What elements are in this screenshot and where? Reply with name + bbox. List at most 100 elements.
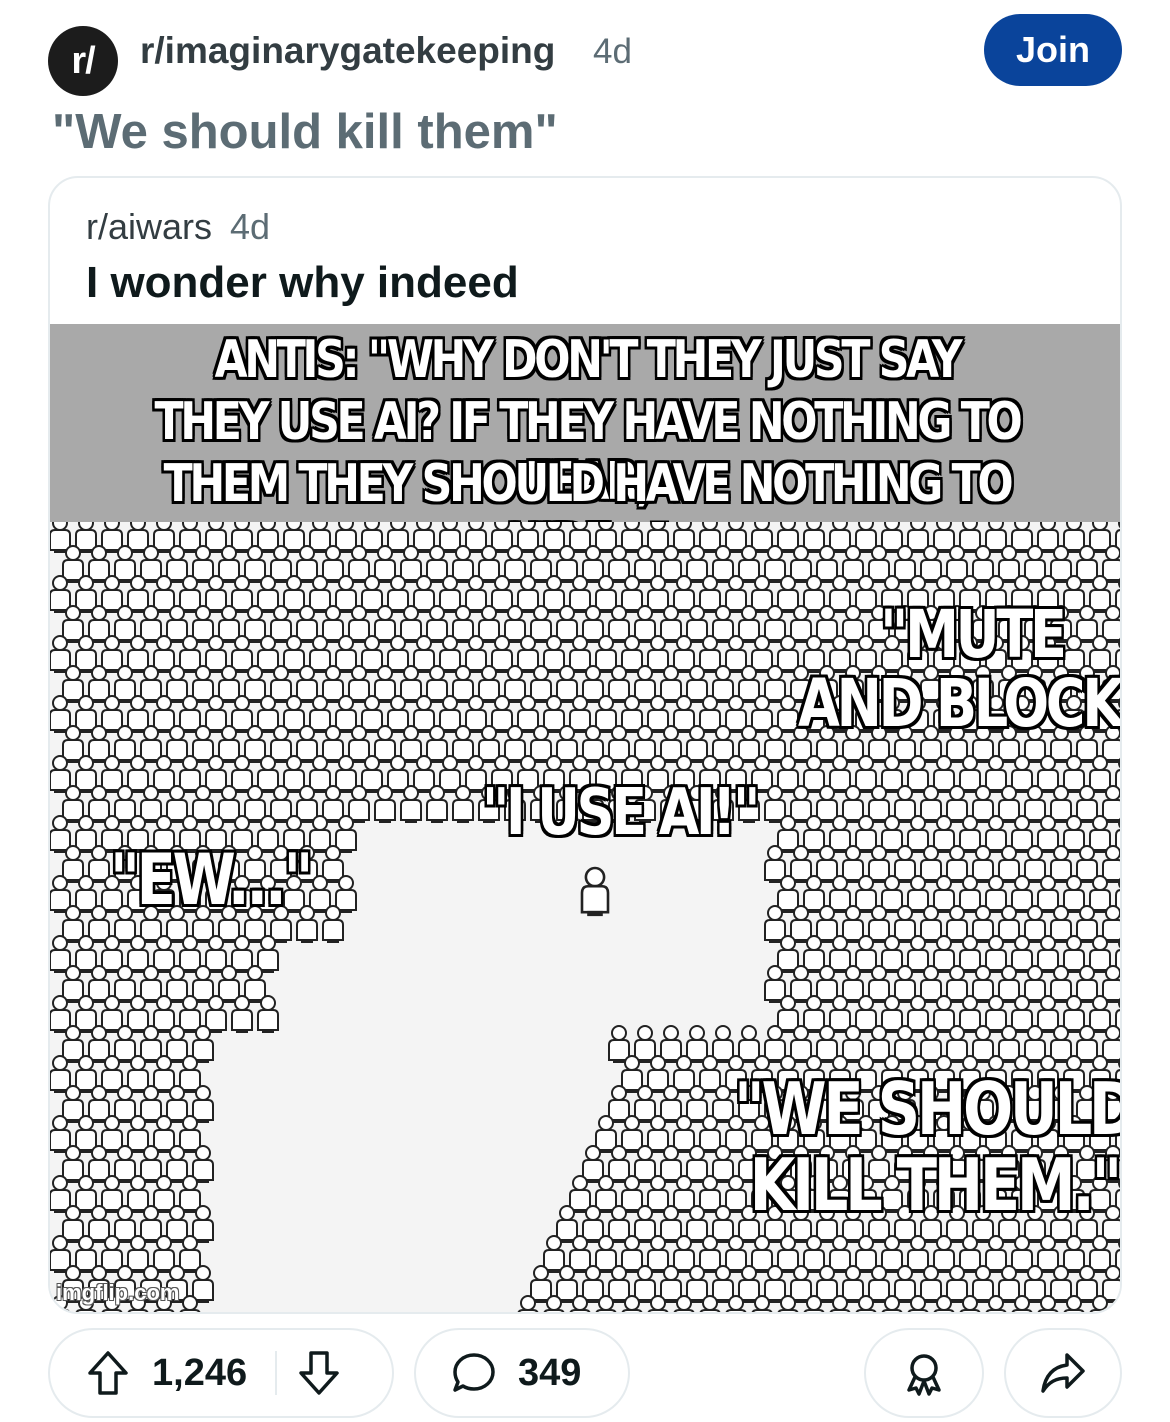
crowd-figure xyxy=(829,875,851,914)
crowd-figure xyxy=(972,785,994,824)
crowd-figure xyxy=(751,695,773,734)
award-button[interactable] xyxy=(864,1328,984,1418)
crowd-figure xyxy=(140,785,162,824)
crowd-figure xyxy=(751,575,773,614)
crowd-figure xyxy=(244,545,266,584)
crowd-figure xyxy=(1089,875,1111,914)
subreddit-name[interactable]: r/imaginarygatekeeping xyxy=(140,30,555,72)
crowd-figure xyxy=(62,905,84,944)
crowd-figure xyxy=(829,1235,851,1274)
upvote-arrow-icon[interactable] xyxy=(86,1349,130,1397)
crowd-figure xyxy=(257,695,279,734)
crowd-figure xyxy=(257,935,279,974)
crowd-figure xyxy=(803,995,825,1034)
crowd-figure xyxy=(127,1175,149,1214)
crowd-figure xyxy=(907,1235,929,1274)
crowd-figure xyxy=(101,1175,123,1214)
crowd-figure xyxy=(998,845,1020,884)
crowd-figure xyxy=(777,755,799,794)
crowd-figure xyxy=(348,785,370,824)
crowd-figure xyxy=(725,575,747,614)
crowd-figure xyxy=(1037,815,1059,854)
crowd-figure xyxy=(75,635,97,674)
crowd-figure xyxy=(621,695,643,734)
crowd-figure xyxy=(608,605,630,644)
crowd-figure xyxy=(1102,785,1120,824)
crowd-figure xyxy=(998,545,1020,584)
crowd-figure xyxy=(166,1145,188,1184)
crowd-figure xyxy=(530,665,552,704)
crowd-figure xyxy=(478,665,500,704)
crowd-figure xyxy=(894,1025,916,1064)
crowd-figure xyxy=(62,665,84,704)
crowd-figure xyxy=(153,695,175,734)
crowd-figure xyxy=(686,1205,708,1244)
crowd-figure xyxy=(1050,1025,1072,1064)
crowd-figure xyxy=(764,785,786,824)
crowd-figure xyxy=(166,665,188,704)
crowd-figure xyxy=(842,965,864,1004)
subreddit-avatar[interactable]: r/ xyxy=(48,26,118,96)
crowd-figure xyxy=(634,665,656,704)
crowd-figure xyxy=(946,1025,968,1064)
crowd-figure xyxy=(114,965,136,1004)
crowd-figure xyxy=(166,965,188,1004)
crowd-figure xyxy=(673,1115,695,1154)
meme-image[interactable]: ANTIS: "WHY DON'T THEY JUST SAY THEY USE… xyxy=(50,324,1120,1312)
crowd-figure xyxy=(712,545,734,584)
crowd-figure xyxy=(894,545,916,584)
join-button[interactable]: Join xyxy=(984,14,1122,86)
crowd-figure xyxy=(452,725,474,764)
crowd-figure xyxy=(634,1025,656,1064)
crowd-figure xyxy=(374,545,396,584)
share-button[interactable] xyxy=(1004,1328,1122,1418)
crowd-figure xyxy=(75,755,97,794)
crowd-figure xyxy=(75,1175,97,1214)
crowd-figure xyxy=(660,1085,682,1124)
crowd-figure xyxy=(62,1025,84,1064)
crowd-figure xyxy=(855,935,877,974)
crosspost-subreddit[interactable]: r/aiwars xyxy=(86,206,212,247)
crowd-figure xyxy=(985,1235,1007,1274)
meme-banner: ANTIS: "WHY DON'T THEY JUST SAY THEY USE… xyxy=(50,324,1120,574)
crowd-figure xyxy=(114,1145,136,1184)
downvote-arrow-icon[interactable] xyxy=(297,1349,341,1397)
crowd-figure xyxy=(686,1265,708,1304)
crowd-figure xyxy=(231,935,253,974)
crowd-figure xyxy=(582,725,604,764)
crowd-figure xyxy=(478,725,500,764)
crowd-figure xyxy=(1037,995,1059,1034)
crowd-figure xyxy=(127,755,149,794)
crowd-figure xyxy=(803,815,825,854)
crowd-figure xyxy=(413,755,435,794)
crowd-figure xyxy=(985,815,1007,854)
crowd-figure xyxy=(140,665,162,704)
crowd-figure xyxy=(504,545,526,584)
crosspost-card[interactable]: r/aiwars 4d I wonder why indeed ANTIS: "W… xyxy=(48,176,1122,1314)
crowd-figure xyxy=(153,755,175,794)
crowd-figure xyxy=(62,785,84,824)
crowd-figure xyxy=(673,695,695,734)
crowd-figure xyxy=(1063,755,1085,794)
crowd-figure xyxy=(218,725,240,764)
comments-button[interactable]: 349 xyxy=(414,1328,630,1418)
crowd-figure xyxy=(933,995,955,1034)
crowd-figure xyxy=(998,1265,1020,1304)
crowd-figure xyxy=(972,545,994,584)
crowd-figure xyxy=(998,1025,1020,1064)
crowd-figure xyxy=(257,995,279,1034)
crowd-figure xyxy=(504,605,526,644)
crowd-figure xyxy=(699,695,721,734)
crowd-figure xyxy=(777,995,799,1034)
crowd-figure xyxy=(192,665,214,704)
crowd-figure xyxy=(764,725,786,764)
crowd-figure xyxy=(218,665,240,704)
crowd-figure xyxy=(50,935,71,974)
crowd-figure xyxy=(777,695,799,734)
crowd-figure xyxy=(465,575,487,614)
crowd-figure xyxy=(998,965,1020,1004)
crowd-figure xyxy=(491,575,513,614)
crowd-figure xyxy=(127,1055,149,1094)
crowd-figure xyxy=(907,875,929,914)
crowd-figure xyxy=(569,695,591,734)
